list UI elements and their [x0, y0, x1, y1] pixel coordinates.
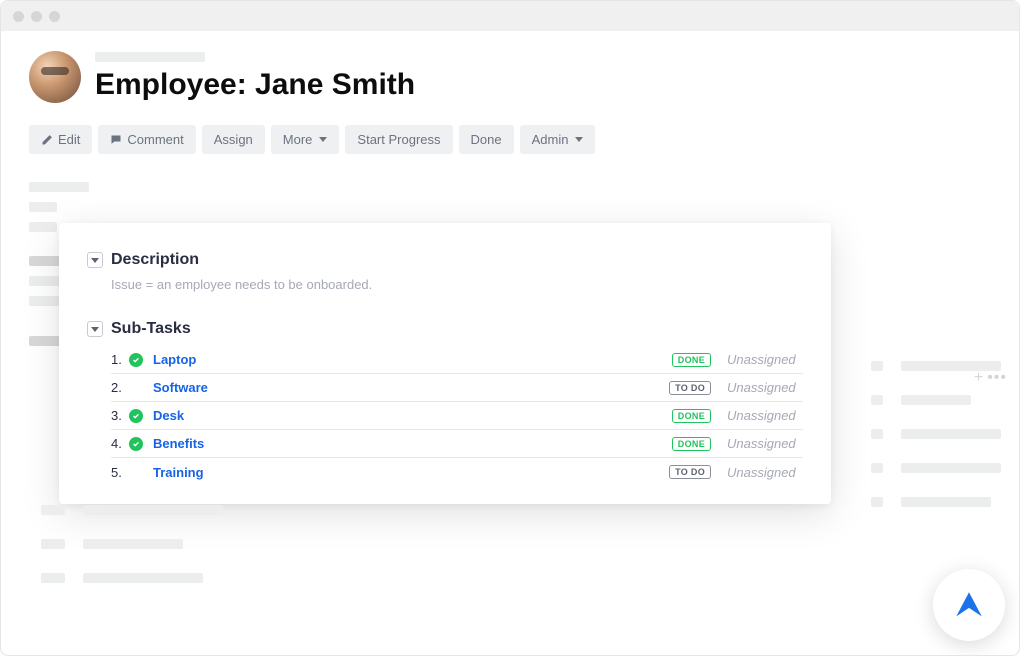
more-label: More — [283, 132, 313, 147]
assign-button[interactable]: Assign — [202, 125, 265, 154]
task-number: 3. — [111, 408, 129, 423]
start-progress-label: Start Progress — [357, 132, 440, 147]
check-icon — [129, 409, 143, 423]
window-minimize-icon[interactable] — [31, 11, 42, 22]
assignee-label: Unassigned — [711, 408, 803, 423]
status-badge: TO DO — [669, 465, 711, 479]
more-button[interactable]: More — [271, 125, 340, 154]
chevron-down-icon — [91, 258, 99, 263]
task-link[interactable]: Benefits — [153, 436, 672, 451]
breadcrumb-skeleton — [95, 52, 205, 62]
subtasks-heading: Sub-Tasks — [111, 320, 191, 338]
chevron-down-icon — [91, 327, 99, 332]
task-row: 4. BenefitsDONEUnassigned — [111, 430, 803, 458]
toolbar: Edit Comment Assign More Start Progress … — [29, 125, 991, 154]
chevron-down-icon — [575, 137, 583, 142]
task-row: 2. SoftwareTO DOUnassigned — [111, 374, 803, 402]
status-badge: DONE — [672, 409, 711, 423]
plus-more-icons: + ••• — [974, 369, 1007, 387]
task-row: 1. LaptopDONEUnassigned — [111, 346, 803, 374]
subtasks-toggle[interactable] — [87, 321, 103, 337]
send-icon — [952, 588, 986, 622]
task-number: 2. — [111, 380, 129, 395]
assignee-label: Unassigned — [711, 465, 803, 480]
done-button[interactable]: Done — [459, 125, 514, 154]
edit-label: Edit — [58, 132, 80, 147]
check-icon — [129, 353, 143, 367]
plus-icon[interactable]: + — [974, 369, 983, 387]
description-toggle[interactable] — [87, 252, 103, 268]
status-badge: DONE — [672, 437, 711, 451]
task-row: 3. DeskDONEUnassigned — [111, 402, 803, 430]
subtasks-list: 1.LaptopDONEUnassigned2.SoftwareTO DOUna… — [87, 346, 803, 486]
edit-button[interactable]: Edit — [29, 125, 92, 154]
titlebar — [1, 1, 1019, 31]
avatar — [29, 51, 81, 103]
task-link[interactable]: Desk — [153, 408, 672, 423]
description-heading: Description — [111, 251, 199, 269]
comment-label: Comment — [127, 132, 183, 147]
issue-card: Description Issue = an employee needs to… — [59, 223, 831, 504]
assignee-label: Unassigned — [711, 436, 803, 451]
assignee-label: Unassigned — [711, 380, 803, 395]
status-badge: TO DO — [669, 381, 711, 395]
comment-icon — [110, 134, 122, 146]
bottom-skeleton-panel — [41, 505, 223, 607]
window-close-icon[interactable] — [13, 11, 24, 22]
chevron-down-icon — [319, 137, 327, 142]
window-maximize-icon[interactable] — [49, 11, 60, 22]
description-text: Issue = an employee needs to be onboarde… — [87, 277, 803, 292]
assignee-label: Unassigned — [711, 352, 803, 367]
task-row: 5. TrainingTO DOUnassigned — [111, 458, 803, 486]
pencil-icon — [41, 134, 53, 146]
admin-button[interactable]: Admin — [520, 125, 596, 154]
task-link[interactable]: Software — [153, 380, 669, 395]
floating-action-button[interactable] — [933, 569, 1005, 641]
check-icon — [129, 437, 143, 451]
done-label: Done — [471, 132, 502, 147]
page-title: Employee: Jane Smith — [95, 68, 415, 102]
task-number: 1. — [111, 352, 129, 367]
task-link[interactable]: Training — [153, 465, 669, 480]
status-badge: DONE — [672, 353, 711, 367]
task-number: 5. — [111, 465, 129, 480]
admin-label: Admin — [532, 132, 569, 147]
comment-button[interactable]: Comment — [98, 125, 195, 154]
more-icon[interactable]: ••• — [987, 369, 1007, 387]
start-progress-button[interactable]: Start Progress — [345, 125, 452, 154]
task-number: 4. — [111, 436, 129, 451]
assign-label: Assign — [214, 132, 253, 147]
task-link[interactable]: Laptop — [153, 352, 672, 367]
app-window: Employee: Jane Smith Edit Comment Assign… — [0, 0, 1020, 656]
